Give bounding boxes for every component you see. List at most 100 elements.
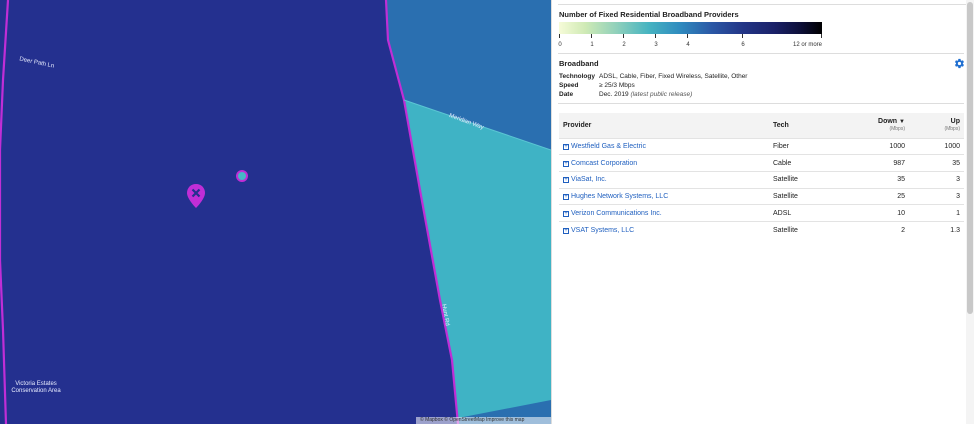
- provider-name[interactable]: Westfield Gas & Electric: [571, 143, 646, 150]
- down-cell: 987: [859, 154, 909, 172]
- gear-icon[interactable]: [954, 58, 965, 69]
- tech-cell: Cable: [769, 154, 859, 172]
- table-row[interactable]: + Westfield Gas & Electric Fiber 1000 100…: [559, 137, 964, 155]
- legend-tick-label: 4: [686, 42, 690, 48]
- legend-tick: [687, 34, 688, 38]
- map-zones: [0, 0, 551, 424]
- coverage-map[interactable]: Deer Path Ln Meridian Way Hunt Rd Victor…: [0, 0, 551, 424]
- provider-cell[interactable]: + Westfield Gas & Electric: [559, 137, 769, 155]
- legend-tick: [623, 34, 624, 38]
- provider-cell[interactable]: + VSAT Systems, LLC: [559, 220, 769, 239]
- up-cell: 3: [909, 170, 964, 189]
- zone-light: [404, 100, 551, 418]
- map-pin-icon[interactable]: [186, 183, 206, 209]
- legend-tick-label: 0: [558, 42, 562, 48]
- area-label-line1: Victoria Estates: [15, 381, 57, 387]
- panel-top-divider: [558, 4, 968, 5]
- up-cell: 1: [909, 204, 964, 222]
- tech-cell: ADSL: [769, 204, 859, 222]
- provider-name[interactable]: ViaSat, Inc.: [571, 176, 607, 183]
- date-value: Dec. 2019: [599, 91, 629, 98]
- provider-cell[interactable]: + Hughes Network Systems, LLC: [559, 187, 769, 205]
- scrollbar-thumb[interactable]: [967, 2, 973, 314]
- table-row[interactable]: + VSAT Systems, LLC Satellite 2 1.3: [559, 220, 964, 239]
- provider-header-label: Provider: [563, 121, 592, 129]
- column-header-up[interactable]: Up (Mbps): [909, 113, 964, 138]
- provider-name[interactable]: Comcast Corporation: [571, 160, 637, 167]
- app-root: Deer Path Ln Meridian Way Hunt Rd Victor…: [0, 0, 974, 424]
- provider-name[interactable]: Verizon Communications Inc.: [571, 210, 662, 217]
- tech-header-label: Tech: [773, 121, 789, 129]
- legend-tick: [821, 34, 822, 38]
- speed-row: Speed ≥ 25/3 Mbps: [559, 81, 747, 90]
- broadband-meta: Technology ADSL, Cable, Fiber, Fixed Wire…: [559, 72, 747, 99]
- expand-icon[interactable]: +: [563, 193, 569, 200]
- up-cell: 1000: [909, 137, 964, 155]
- legend-tick-label: 2: [622, 42, 626, 48]
- table-header-row: Provider Tech Down ▼ (Mbps) Up (Mbps): [559, 113, 964, 138]
- expand-icon[interactable]: +: [563, 143, 569, 150]
- expand-icon[interactable]: +: [563, 160, 569, 167]
- legend-tick-label: 1: [590, 42, 594, 48]
- provider-cell[interactable]: + ViaSat, Inc.: [559, 170, 769, 189]
- info-panel: Number of Fixed Residential Broadband Pr…: [551, 0, 974, 424]
- legend-title: Number of Fixed Residential Broadband Pr…: [559, 10, 739, 19]
- up-cell: 3: [909, 187, 964, 205]
- expand-icon[interactable]: +: [563, 177, 569, 184]
- down-cell: 35: [859, 170, 909, 189]
- speed-value: ≥ 25/3 Mbps: [599, 82, 635, 89]
- broadband-title: Broadband: [559, 59, 599, 68]
- down-cell: 1000: [859, 137, 909, 155]
- down-cell: 10: [859, 204, 909, 222]
- column-header-down[interactable]: Down ▼ (Mbps): [859, 113, 909, 138]
- legend-ticks: 0 1 2 3 4 6 12 or more: [558, 34, 822, 50]
- technology-label: Technology: [559, 73, 595, 80]
- tech-cell: Satellite: [769, 220, 859, 239]
- divider: [558, 53, 964, 54]
- tech-cell: Fiber: [769, 137, 859, 155]
- provider-cell[interactable]: + Comcast Corporation: [559, 154, 769, 172]
- technology-value: ADSL, Cable, Fiber, Fixed Wireless, Sate…: [599, 73, 748, 80]
- up-cell: 35: [909, 154, 964, 172]
- column-header-provider[interactable]: Provider: [559, 113, 769, 138]
- speed-label: Speed: [559, 82, 579, 89]
- providers-table: Provider Tech Down ▼ (Mbps) Up (Mbps) + W…: [559, 113, 964, 239]
- column-header-tech[interactable]: Tech: [769, 113, 859, 138]
- table-row[interactable]: + Comcast Corporation Cable 987 35: [559, 154, 964, 172]
- provider-name[interactable]: VSAT Systems, LLC: [571, 227, 634, 234]
- legend-tick: [591, 34, 592, 38]
- sort-down-icon: ▼: [899, 119, 905, 126]
- boundary-line-west: [0, 0, 10, 424]
- provider-cell[interactable]: + Verizon Communications Inc.: [559, 204, 769, 222]
- up-unit-label: (Mbps): [944, 126, 960, 133]
- down-cell: 2: [859, 220, 909, 239]
- up-header-label: Up: [950, 118, 960, 126]
- legend-tick: [742, 34, 743, 38]
- table-row[interactable]: + Verizon Communications Inc. ADSL 10 1: [559, 204, 964, 222]
- table-row[interactable]: + Hughes Network Systems, LLC Satellite 2…: [559, 187, 964, 205]
- technology-row: Technology ADSL, Cable, Fiber, Fixed Wire…: [559, 72, 747, 81]
- expand-icon[interactable]: +: [563, 210, 569, 217]
- table-row[interactable]: + ViaSat, Inc. Satellite 35 3: [559, 170, 964, 189]
- down-header-label: Down: [878, 118, 898, 126]
- area-label: Victoria Estates Conservation Area: [4, 381, 68, 395]
- area-label-line2: Conservation Area: [11, 388, 61, 394]
- down-cell: 25: [859, 187, 909, 205]
- map-attribution[interactable]: © Mapbox © OpenStreetMap Improve this ma…: [416, 417, 551, 424]
- date-label: Date: [559, 91, 574, 98]
- tech-cell: Satellite: [769, 187, 859, 205]
- date-note: (latest public release): [630, 91, 693, 98]
- legend-tick-label: 12 or more: [792, 42, 822, 48]
- legend-tick-label: 3: [654, 42, 658, 48]
- panel-scrollbar[interactable]: [966, 0, 974, 424]
- up-cell: 1.3: [909, 220, 964, 239]
- down-unit-label: (Mbps): [889, 126, 905, 133]
- legend-tick-label: 6: [741, 42, 745, 48]
- location-dot-icon[interactable]: [235, 169, 249, 183]
- provider-name[interactable]: Hughes Network Systems, LLC: [571, 193, 668, 200]
- legend-color-ramp: [559, 22, 822, 34]
- divider: [558, 103, 964, 104]
- legend-tick: [559, 34, 560, 38]
- expand-icon[interactable]: +: [563, 227, 569, 234]
- date-row: Date Dec. 2019 (latest public release): [559, 90, 747, 99]
